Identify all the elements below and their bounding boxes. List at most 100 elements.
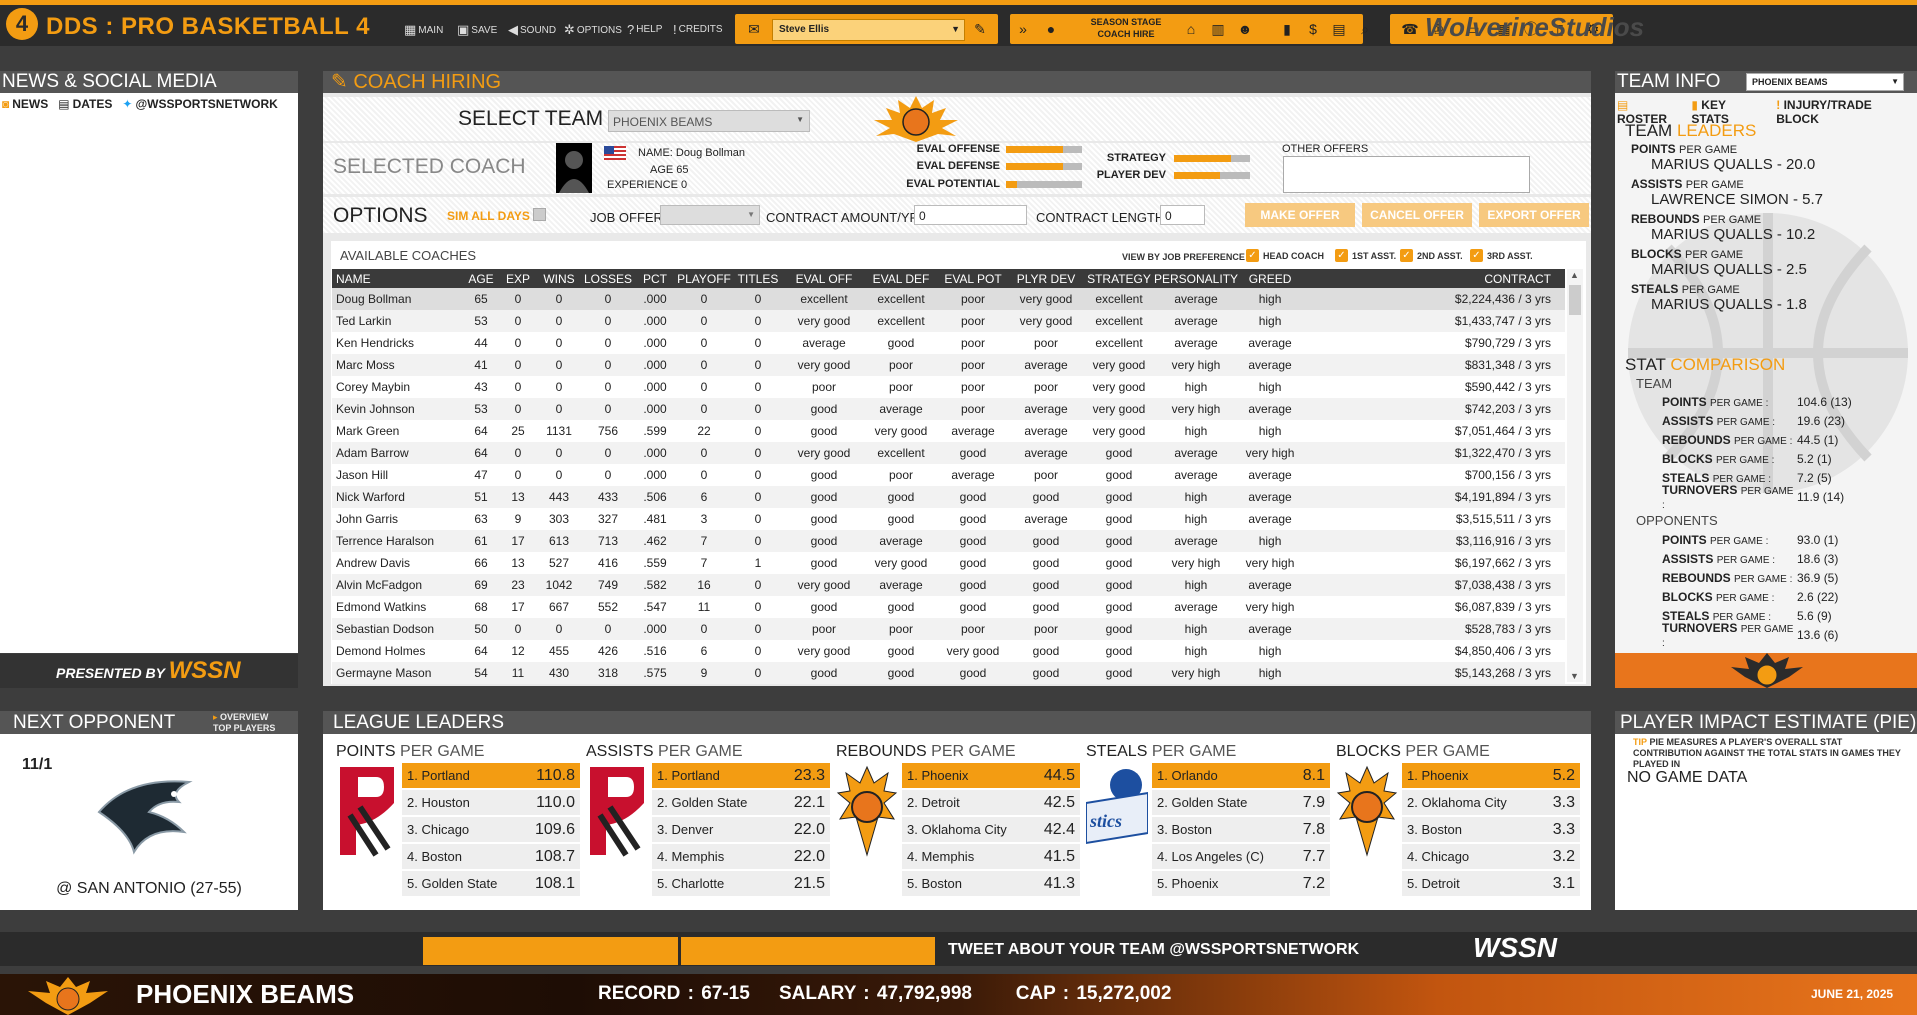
column-header[interactable]: EVAL OFF [784,269,864,288]
pref-3rd-asst[interactable]: ✓ 3RD ASST. [1470,249,1533,262]
table-row[interactable]: Mark Green 64 25 1131 756 .599 22 0 good very goo… [332,420,1565,442]
column-header[interactable]: NAME [332,269,462,288]
league-leader-row[interactable]: 4. Boston 108.7 [402,844,580,870]
scrollbar-thumb[interactable] [1569,285,1581,315]
league-leader-row[interactable]: 2. Houston 110.0 [402,790,580,816]
table-row[interactable]: Doug Bollman 65 0 0 0.000 0 0 excellent excellen… [332,288,1565,310]
dollar-icon[interactable]: $ [1304,21,1322,37]
tab-injury-trade[interactable]: ! INJURY/TRADE BLOCK [1776,98,1917,126]
tweet-prompt[interactable]: TWEET ABOUT YOUR TEAM @WSSPORTSNETWORK [948,941,1359,959]
help-button[interactable]: ? HELP [627,22,662,37]
team-info-dropdown[interactable]: PHOENIX BEAMS ▼ [1746,73,1904,91]
column-header[interactable]: PCT [634,269,676,288]
league-leader-row[interactable]: 4. Los Angeles (C) 7.7 [1152,844,1330,870]
table-row[interactable]: Terrence Haralson 61 17 613 713.462 7 0 good ave… [332,530,1565,552]
main-menu-button[interactable]: ▦ MAIN [404,22,443,38]
table-row[interactable]: John Garris 63 9 303 327 .481 3 0 good good good av… [332,508,1565,530]
credits-button[interactable]: ! CREDITS [673,22,723,37]
tab-dates[interactable]: ▤ DATES [58,97,112,111]
league-leader-row[interactable]: 3. Oklahoma City 42.4 [902,817,1080,843]
league-leader-row[interactable]: 5. Detroit 3.1 [1402,871,1580,897]
table-row[interactable]: Kevin Johnson 53 0 0 0.000 0 0 good average poor a… [332,398,1565,420]
league-leader-row[interactable]: 2. Golden State 7.9 [1152,790,1330,816]
team-dropdown[interactable]: PHOENIX BEAMS ▼ [608,110,810,132]
edit-icon[interactable]: ✎ [971,21,989,37]
table-row[interactable]: Ken Hendricks 44 0 0 0 .000 0 0 average good poor p… [332,332,1565,354]
sim-all-days-checkbox[interactable] [533,208,546,221]
contract-length-input[interactable]: 0 [1160,205,1205,225]
column-header[interactable]: TITLES [732,269,784,288]
contract-amount-input[interactable]: 0 [914,205,1027,225]
building-icon[interactable]: ▥ [1209,21,1227,37]
tab-news[interactable]: ◙ NEWS [2,97,48,111]
table-row[interactable]: Edmond Watkins 68 17 667 552 .547 11 0 good good g… [332,596,1565,618]
table-row[interactable]: Adam Barrow 64 0 0 0.000 0 0 very good excellent… [332,442,1565,464]
league-leader-row[interactable]: 5. Charlotte 21.5 [652,871,830,897]
league-leader-row[interactable]: 2. Detroit 42.5 [902,790,1080,816]
pref-head-coach[interactable]: ✓ HEAD COACH [1246,249,1324,262]
league-leader-row[interactable]: 1. Portland 23.3 [652,763,830,789]
league-leader-row[interactable]: 1. Phoenix 44.5 [902,763,1080,789]
table-scrollbar[interactable]: ▲ ▼ [1567,269,1583,682]
document-icon[interactable]: ▤ [1330,21,1348,37]
pref-2nd-asst[interactable]: ✓ 2ND ASST. [1400,249,1463,262]
league-leader-row[interactable]: 3. Boston 3.3 [1402,817,1580,843]
table-row[interactable]: Jason Hill 47 0 0 0 .000 0 0 good poor average poor… [332,464,1565,486]
pref-1st-asst[interactable]: ✓ 1ST ASST. [1335,249,1396,262]
column-header[interactable]: LOSSES [582,269,634,288]
table-row[interactable]: Sebastian Dodson 50 0 0 0.000 0 0 poor poor poor p… [332,618,1565,640]
league-leader-row[interactable]: 5. Golden State 108.1 [402,871,580,897]
column-header[interactable]: PERSONALITY [1154,269,1239,288]
tab-twitter[interactable]: ✦ @WSSPORTSNETWORK [122,97,277,111]
league-leader-row[interactable]: 1. Phoenix 5.2 [1402,763,1580,789]
table-row[interactable]: Alvin McFadgon 69 23 1042 749.582 16 0 very goo… [332,574,1565,596]
top-players-link[interactable]: TOP PLAYERS [213,723,275,734]
league-leader-row[interactable]: 4. Chicago 3.2 [1402,844,1580,870]
fast-forward-icon[interactable]: » [1014,21,1032,37]
league-leader-row[interactable]: 4. Memphis 41.5 [902,844,1080,870]
league-leader-row[interactable]: 3. Boston 7.8 [1152,817,1330,843]
sound-button[interactable]: ◀ SOUND [508,22,556,38]
table-row[interactable]: Demond Holmes 64 12 455 426 .516 6 0 very good go… [332,640,1565,662]
export-offer-button[interactable]: EXPORT OFFER [1479,203,1589,227]
column-header[interactable]: STRATEGY [1084,269,1154,288]
table-row[interactable]: Andrew Davis 66 13 527 416 .559 7 1 good very goo… [332,552,1565,574]
column-header[interactable]: CONTRACT [1302,269,1565,288]
league-leader-row[interactable]: 2. Oklahoma City 3.3 [1402,790,1580,816]
column-header[interactable]: EXP [500,269,536,288]
column-header[interactable]: WINS [536,269,582,288]
basketball-icon[interactable]: ● [1042,21,1060,37]
people-icon[interactable]: ☻ [1236,21,1254,37]
column-header[interactable]: EVAL DEF [864,269,938,288]
cancel-offer-button[interactable]: CANCEL OFFER [1362,203,1472,227]
league-leader-row[interactable]: 2. Golden State 22.1 [652,790,830,816]
table-row[interactable]: Corey Maybin 43 0 0 0 .000 0 0 poor poor poor poor v… [332,376,1565,398]
whistle-icon[interactable]: ☎ [1401,21,1419,37]
search-icon[interactable]: ⌕ [1356,21,1374,37]
other-offers-list[interactable] [1283,156,1530,193]
league-leader-row[interactable]: 3. Chicago 109.6 [402,817,580,843]
league-leader-row[interactable]: 1. Orlando 8.1 [1152,763,1330,789]
table-row[interactable]: Ted Larkin 53 0 0 0.000 0 0 very good excellent p… [332,310,1565,332]
column-header[interactable]: PLAYOFF [676,269,732,288]
scroll-up-icon[interactable]: ▲ [1570,270,1579,280]
league-leader-row[interactable]: 3. Denver 22.0 [652,817,830,843]
make-offer-button[interactable]: MAKE OFFER [1245,203,1355,227]
league-leader-row[interactable]: 5. Boston 41.3 [902,871,1080,897]
coach-select[interactable]: Steve Ellis ▼ [772,19,965,41]
options-button[interactable]: ✲ OPTIONS [564,22,622,38]
table-row[interactable]: Germayne Mason 54 11 430 318.575 9 0 good good go… [332,662,1565,684]
league-leader-row[interactable]: 1. Portland 110.8 [402,763,580,789]
mail-icon[interactable]: ✉ [745,21,763,37]
league-leader-row[interactable]: 4. Memphis 22.0 [652,844,830,870]
bar-chart-icon[interactable]: ▮ [1278,21,1296,37]
scroll-down-icon[interactable]: ▼ [1570,671,1579,681]
save-button[interactable]: ▣ SAVE [457,22,497,38]
column-header[interactable]: EVAL POT [938,269,1008,288]
league-leader-row[interactable]: 5. Phoenix 7.2 [1152,871,1330,897]
home-icon[interactable]: ⌂ [1182,21,1200,37]
column-header[interactable]: GREED [1238,269,1303,288]
table-row[interactable]: Marc Moss 41 0 0 0.000 0 0 very good poor poor ave… [332,354,1565,376]
job-offer-dropdown[interactable]: ▼ [660,205,760,225]
column-header[interactable]: PLYR DEV [1008,269,1084,288]
